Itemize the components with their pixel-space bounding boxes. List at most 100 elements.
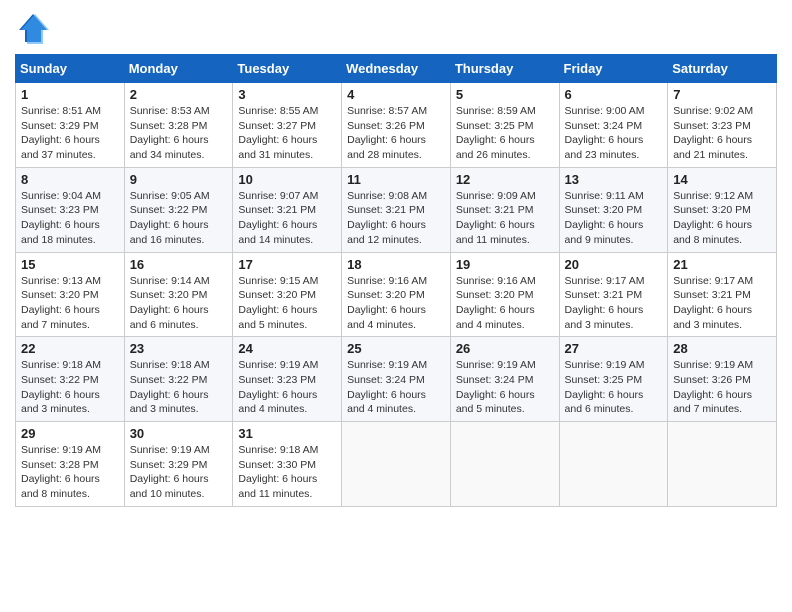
cell-info: Sunrise: 8:59 AMSunset: 3:25 PMDaylight:… [456, 104, 554, 163]
weekday-header: Sunday [16, 55, 125, 83]
calendar-cell [668, 422, 777, 507]
logo-icon [15, 10, 51, 46]
cell-day-number: 7 [673, 87, 771, 102]
cell-info: Sunrise: 9:17 AMSunset: 3:21 PMDaylight:… [673, 274, 771, 333]
cell-info: Sunrise: 9:08 AMSunset: 3:21 PMDaylight:… [347, 189, 445, 248]
cell-day-number: 25 [347, 341, 445, 356]
cell-info: Sunrise: 9:17 AMSunset: 3:21 PMDaylight:… [565, 274, 663, 333]
cell-day-number: 22 [21, 341, 119, 356]
calendar-cell: 14 Sunrise: 9:12 AMSunset: 3:20 PMDayligh… [668, 167, 777, 252]
calendar-cell: 8 Sunrise: 9:04 AMSunset: 3:23 PMDaylight… [16, 167, 125, 252]
cell-day-number: 18 [347, 257, 445, 272]
cell-day-number: 27 [565, 341, 663, 356]
cell-day-number: 17 [238, 257, 336, 272]
cell-day-number: 13 [565, 172, 663, 187]
cell-info: Sunrise: 8:51 AMSunset: 3:29 PMDaylight:… [21, 104, 119, 163]
cell-info: Sunrise: 9:12 AMSunset: 3:20 PMDaylight:… [673, 189, 771, 248]
cell-day-number: 30 [130, 426, 228, 441]
calendar-cell: 16 Sunrise: 9:14 AMSunset: 3:20 PMDayligh… [124, 252, 233, 337]
cell-info: Sunrise: 9:19 AMSunset: 3:25 PMDaylight:… [565, 358, 663, 417]
calendar-cell: 15 Sunrise: 9:13 AMSunset: 3:20 PMDayligh… [16, 252, 125, 337]
cell-info: Sunrise: 9:18 AMSunset: 3:30 PMDaylight:… [238, 443, 336, 502]
cell-info: Sunrise: 9:18 AMSunset: 3:22 PMDaylight:… [130, 358, 228, 417]
cell-info: Sunrise: 9:05 AMSunset: 3:22 PMDaylight:… [130, 189, 228, 248]
cell-info: Sunrise: 8:55 AMSunset: 3:27 PMDaylight:… [238, 104, 336, 163]
cell-day-number: 8 [21, 172, 119, 187]
calendar-cell [559, 422, 668, 507]
calendar-week-row: 29 Sunrise: 9:19 AMSunset: 3:28 PMDayligh… [16, 422, 777, 507]
weekday-header: Wednesday [342, 55, 451, 83]
cell-day-number: 19 [456, 257, 554, 272]
cell-day-number: 23 [130, 341, 228, 356]
calendar-week-row: 22 Sunrise: 9:18 AMSunset: 3:22 PMDayligh… [16, 337, 777, 422]
calendar-cell: 6Sunrise: 9:00 AMSunset: 3:24 PMDaylight… [559, 83, 668, 168]
calendar-cell: 22Sunrise: 9:18 AMSunset: 3:22 PMDayligh… [16, 337, 125, 422]
weekday-header: Monday [124, 55, 233, 83]
cell-info: Sunrise: 9:02 AMSunset: 3:23 PMDaylight:… [673, 104, 771, 163]
cell-info: Sunrise: 9:19 AMSunset: 3:26 PMDaylight:… [673, 358, 771, 417]
cell-info: Sunrise: 9:19 AMSunset: 3:23 PMDaylight:… [238, 358, 336, 417]
weekday-header: Saturday [668, 55, 777, 83]
cell-info: Sunrise: 9:13 AMSunset: 3:20 PMDaylight:… [21, 274, 119, 333]
calendar-cell: 10Sunrise: 9:07 AMSunset: 3:21 PMDayligh… [233, 167, 342, 252]
calendar-cell: 11 Sunrise: 9:08 AMSunset: 3:21 PMDayligh… [342, 167, 451, 252]
calendar-cell [450, 422, 559, 507]
calendar-cell: 21Sunrise: 9:17 AMSunset: 3:21 PMDayligh… [668, 252, 777, 337]
calendar-table: SundayMondayTuesdayWednesdayThursdayFrid… [15, 54, 777, 507]
calendar-cell: 18 Sunrise: 9:16 AMSunset: 3:20 PMDayligh… [342, 252, 451, 337]
cell-info: Sunrise: 9:09 AMSunset: 3:21 PMDaylight:… [456, 189, 554, 248]
cell-info: Sunrise: 8:57 AMSunset: 3:26 PMDaylight:… [347, 104, 445, 163]
calendar-cell: 28Sunrise: 9:19 AMSunset: 3:26 PMDayligh… [668, 337, 777, 422]
cell-day-number: 20 [565, 257, 663, 272]
cell-day-number: 16 [130, 257, 228, 272]
weekday-header: Thursday [450, 55, 559, 83]
cell-info: Sunrise: 8:53 AMSunset: 3:28 PMDaylight:… [130, 104, 228, 163]
cell-day-number: 9 [130, 172, 228, 187]
cell-day-number: 10 [238, 172, 336, 187]
cell-info: Sunrise: 9:19 AMSunset: 3:28 PMDaylight:… [21, 443, 119, 502]
cell-info: Sunrise: 9:16 AMSunset: 3:20 PMDaylight:… [456, 274, 554, 333]
calendar-cell: 25 Sunrise: 9:19 AMSunset: 3:24 PMDayligh… [342, 337, 451, 422]
calendar-cell: 12 Sunrise: 9:09 AMSunset: 3:21 PMDayligh… [450, 167, 559, 252]
cell-info: Sunrise: 9:11 AMSunset: 3:20 PMDaylight:… [565, 189, 663, 248]
cell-info: Sunrise: 9:14 AMSunset: 3:20 PMDaylight:… [130, 274, 228, 333]
cell-day-number: 1 [21, 87, 119, 102]
cell-day-number: 12 [456, 172, 554, 187]
calendar-cell: 27 Sunrise: 9:19 AMSunset: 3:25 PMDayligh… [559, 337, 668, 422]
calendar-cell: 30 Sunrise: 9:19 AMSunset: 3:29 PMDayligh… [124, 422, 233, 507]
weekday-header: Friday [559, 55, 668, 83]
cell-info: Sunrise: 9:00 AMSunset: 3:24 PMDaylight:… [565, 104, 663, 163]
calendar-cell: 19 Sunrise: 9:16 AMSunset: 3:20 PMDayligh… [450, 252, 559, 337]
cell-day-number: 31 [238, 426, 336, 441]
cell-day-number: 24 [238, 341, 336, 356]
weekday-header: Tuesday [233, 55, 342, 83]
cell-day-number: 15 [21, 257, 119, 272]
calendar-cell: 17Sunrise: 9:15 AMSunset: 3:20 PMDayligh… [233, 252, 342, 337]
cell-day-number: 4 [347, 87, 445, 102]
calendar-week-row: 8 Sunrise: 9:04 AMSunset: 3:23 PMDaylight… [16, 167, 777, 252]
calendar-cell [342, 422, 451, 507]
calendar-cell: 2 Sunrise: 8:53 AMSunset: 3:28 PMDaylight… [124, 83, 233, 168]
calendar-cell: 23 Sunrise: 9:18 AMSunset: 3:22 PMDayligh… [124, 337, 233, 422]
calendar-cell: 26Sunrise: 9:19 AMSunset: 3:24 PMDayligh… [450, 337, 559, 422]
page-header [15, 10, 777, 46]
calendar-cell: 29 Sunrise: 9:19 AMSunset: 3:28 PMDayligh… [16, 422, 125, 507]
cell-day-number: 5 [456, 87, 554, 102]
calendar-cell: 4 Sunrise: 8:57 AMSunset: 3:26 PMDaylight… [342, 83, 451, 168]
calendar-header-row: SundayMondayTuesdayWednesdayThursdayFrid… [16, 55, 777, 83]
cell-day-number: 2 [130, 87, 228, 102]
calendar-cell: 31 Sunrise: 9:18 AMSunset: 3:30 PMDayligh… [233, 422, 342, 507]
calendar-cell: 7 Sunrise: 9:02 AMSunset: 3:23 PMDaylight… [668, 83, 777, 168]
cell-info: Sunrise: 9:19 AMSunset: 3:29 PMDaylight:… [130, 443, 228, 502]
cell-day-number: 14 [673, 172, 771, 187]
cell-day-number: 11 [347, 172, 445, 187]
logo [15, 10, 55, 46]
cell-info: Sunrise: 9:04 AMSunset: 3:23 PMDaylight:… [21, 189, 119, 248]
cell-day-number: 29 [21, 426, 119, 441]
cell-info: Sunrise: 9:16 AMSunset: 3:20 PMDaylight:… [347, 274, 445, 333]
calendar-cell: 20 Sunrise: 9:17 AMSunset: 3:21 PMDayligh… [559, 252, 668, 337]
cell-info: Sunrise: 9:19 AMSunset: 3:24 PMDaylight:… [347, 358, 445, 417]
calendar-cell: 13 Sunrise: 9:11 AMSunset: 3:20 PMDayligh… [559, 167, 668, 252]
cell-info: Sunrise: 9:19 AMSunset: 3:24 PMDaylight:… [456, 358, 554, 417]
calendar-cell: 5 Sunrise: 8:59 AMSunset: 3:25 PMDaylight… [450, 83, 559, 168]
